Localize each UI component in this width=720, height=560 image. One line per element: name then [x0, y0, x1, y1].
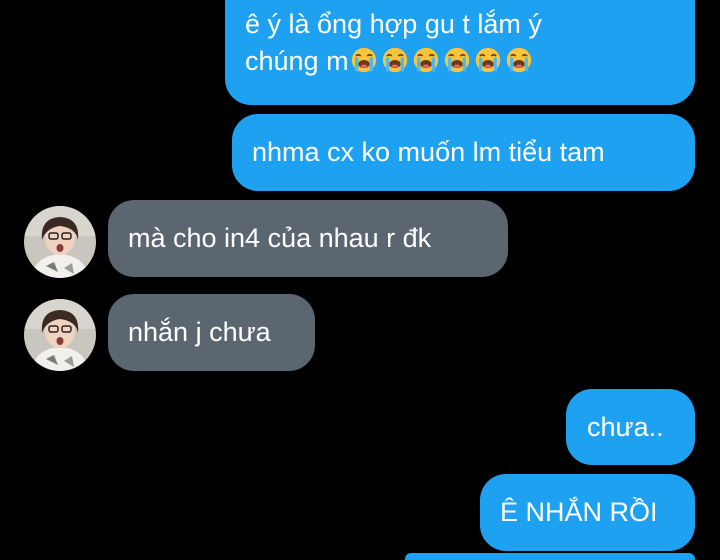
avatar-icon [24, 299, 96, 371]
message-text: mà cho in4 của nhau r đk [128, 223, 432, 253]
message-text-line: ê ý là ổng hợp gu t lắm ý [245, 9, 542, 39]
incoming-message-bubble[interactable]: nhắn j chưa [108, 294, 315, 371]
loudly-crying-face-icon [351, 47, 376, 73]
contact-avatar[interactable] [24, 206, 96, 278]
message-text: chúng m [245, 46, 349, 76]
avatar-icon [24, 206, 96, 278]
message-text: chưa.. [587, 412, 664, 442]
emoji-group [351, 47, 532, 73]
incoming-message-bubble[interactable]: mà cho in4 của nhau r đk [108, 200, 508, 277]
outgoing-message-bubble[interactable]: ê ý là ổng hợp gu t lắm ý chúng m [225, 0, 695, 105]
loudly-crying-face-icon [475, 47, 500, 73]
partial-message-bubble [405, 553, 695, 560]
message-text: nhma cx ko muốn lm tiểu tam [252, 137, 605, 167]
contact-avatar[interactable] [24, 299, 96, 371]
loudly-crying-face-icon [382, 47, 407, 73]
outgoing-message-bubble[interactable]: Ê NHẮN RỒI [480, 474, 695, 551]
loudly-crying-face-icon [413, 47, 438, 73]
message-text: nhắn j chưa [128, 317, 271, 347]
loudly-crying-face-icon [506, 47, 531, 73]
outgoing-message-bubble[interactable]: chưa.. [566, 389, 695, 465]
chat-thread: ê ý là ổng hợp gu t lắm ý chúng m nhma c… [0, 0, 720, 560]
message-text: Ê NHẮN RỒI [500, 497, 658, 527]
loudly-crying-face-icon [444, 47, 469, 73]
outgoing-message-bubble[interactable]: nhma cx ko muốn lm tiểu tam [232, 114, 695, 191]
message-text-line: chúng m [245, 43, 675, 80]
